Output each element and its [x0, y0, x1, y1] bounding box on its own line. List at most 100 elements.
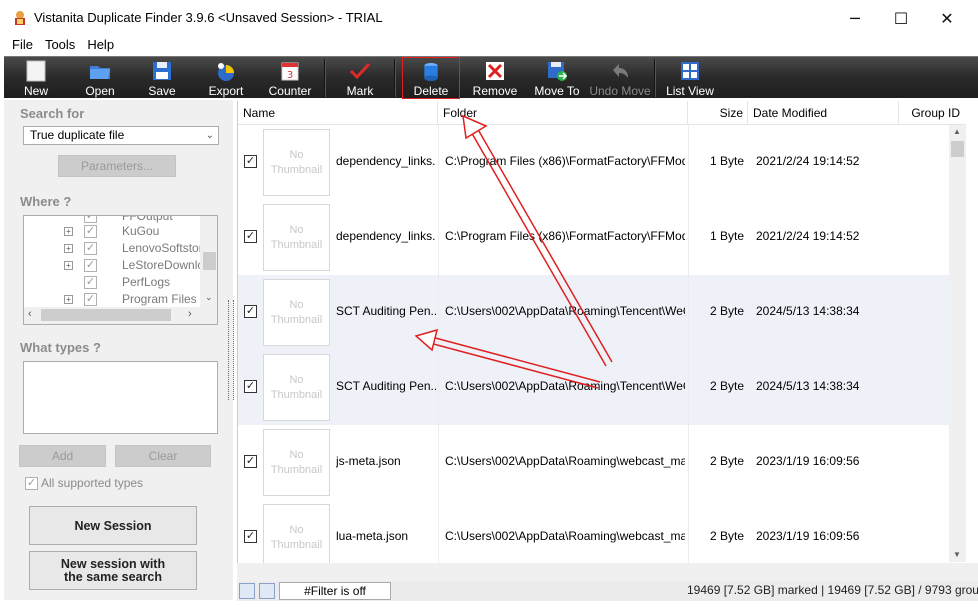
row-checkbox[interactable]: ✓ — [244, 155, 257, 168]
cell-size: 1 Byte — [709, 229, 744, 243]
results-vertical-scrollbar[interactable]: ▲ ▼ — [949, 125, 966, 562]
tree-vertical-scrollbar[interactable]: ⌄ — [200, 216, 217, 308]
cell-date: 2021/2/24 19:14:52 — [756, 229, 860, 243]
status-bar: #Filter is off 19469 [7.52 GB] marked | … — [237, 581, 978, 601]
scroll-down-icon[interactable]: ▼ — [953, 550, 961, 559]
zoom-icon[interactable] — [239, 583, 255, 599]
thumbnail-placeholder: No Thumbnail — [263, 429, 330, 496]
search-for-select[interactable]: True duplicate file ⌄ — [23, 126, 219, 145]
list-view-button[interactable]: List View — [664, 57, 716, 99]
all-supported-checkbox[interactable]: ✓ All supported types — [25, 476, 143, 490]
menu-file[interactable]: File — [0, 36, 39, 56]
row-checkbox[interactable]: ✓ — [244, 230, 257, 243]
scroll-thumb[interactable] — [203, 252, 216, 270]
expand-icon[interactable]: + — [64, 295, 73, 304]
expand-icon[interactable]: + — [64, 244, 73, 253]
tree-item[interactable]: + ✓ LenovoSoftstore — [24, 240, 209, 257]
panel-splitter[interactable] — [228, 300, 234, 400]
tree-checkbox[interactable]: ✓ — [84, 242, 97, 255]
counter-button[interactable]: 3 Counter — [266, 57, 314, 99]
toolbar-separator — [394, 59, 396, 97]
chevron-down-icon: ⌄ — [205, 130, 214, 141]
column-name[interactable]: Name — [238, 101, 438, 125]
expand-icon[interactable]: + — [64, 227, 73, 236]
table-row[interactable]: ✓ No Thumbnail SCT Auditing Pen... C:\Use… — [238, 350, 950, 425]
scroll-right-icon[interactable]: › — [188, 308, 192, 320]
scroll-down-icon[interactable]: ⌄ — [205, 292, 213, 303]
filter-status: #Filter is off — [279, 582, 391, 600]
cell-name: js-meta.json — [336, 454, 401, 468]
parameters-button[interactable]: Parameters... — [58, 155, 176, 177]
tree-item[interactable]: + ✓ LeStoreDownload — [24, 257, 217, 274]
tree-horizontal-scrollbar[interactable]: ‹ › — [24, 307, 217, 324]
cell-name: SCT Auditing Pen... — [336, 304, 436, 318]
delete-button[interactable]: Delete — [402, 57, 460, 99]
status-summary: 19469 [7.52 GB] marked | 19469 [7.52 GB]… — [687, 583, 978, 597]
scroll-up-icon[interactable]: ▲ — [953, 127, 961, 136]
scroll-thumb[interactable] — [41, 309, 171, 321]
clear-button[interactable]: Clear — [115, 445, 211, 467]
row-checkbox[interactable]: ✓ — [244, 305, 257, 318]
move-to-icon — [548, 62, 568, 81]
menu-help[interactable]: Help — [81, 36, 120, 56]
cell-name: lua-meta.json — [336, 529, 409, 543]
search-for-title: Search for — [20, 106, 85, 121]
where-title: Where ? — [20, 194, 72, 209]
menu-tools[interactable]: Tools — [39, 36, 81, 56]
toolbar-separator — [324, 59, 326, 97]
thumbnail-placeholder: No Thumbnail — [263, 354, 330, 421]
close-button[interactable]: ✕ — [924, 0, 970, 36]
cell-folder: C:\Users\002\AppData\Roaming\webcast_mat… — [445, 454, 685, 468]
table-row[interactable]: ✓ No Thumbnail SCT Auditing Pen... C:\Use… — [238, 275, 950, 350]
maximize-button[interactable]: ☐ — [878, 0, 924, 36]
row-checkbox[interactable]: ✓ — [244, 380, 257, 393]
mark-button[interactable]: Mark — [338, 57, 382, 99]
export-button[interactable]: Export — [202, 57, 250, 99]
row-checkbox[interactable]: ✓ — [244, 530, 257, 543]
column-folder[interactable]: Folder — [438, 101, 688, 125]
filter-icon[interactable] — [259, 583, 275, 599]
minimize-button[interactable]: ─ — [832, 0, 878, 36]
scroll-thumb[interactable] — [951, 141, 964, 157]
cell-folder: C:\Program Files (x86)\FormatFactory\FFM… — [445, 229, 685, 243]
tree-item[interactable]: + ✓ KuGou — [24, 223, 204, 240]
file-types-list[interactable] — [23, 361, 218, 434]
scroll-left-icon[interactable]: ‹ — [28, 308, 32, 320]
folder-tree[interactable]: ✓ FFOutput + ✓ KuGou + ✓ LenovoSoftstore… — [23, 215, 218, 325]
save-button[interactable]: Save — [140, 57, 184, 99]
window-title: Vistanita Duplicate Finder 3.9.6 <Unsave… — [34, 10, 383, 25]
cell-size: 1 Byte — [709, 154, 744, 168]
cell-size: 2 Byte — [709, 304, 744, 318]
column-size[interactable]: Size — [688, 101, 748, 125]
new-button[interactable]: New — [14, 57, 58, 99]
tree-item[interactable]: + ✓ Program Files — [24, 291, 204, 308]
tree-item[interactable]: ✓ PerfLogs — [24, 274, 204, 291]
undo-move-button[interactable]: Undo Move — [589, 57, 651, 99]
results-horizontal-scrollbar[interactable] — [237, 563, 978, 581]
table-row[interactable]: ✓ No Thumbnail dependency_links... C:\Pro… — [238, 125, 950, 200]
add-button[interactable]: Add — [19, 445, 106, 467]
tree-checkbox[interactable]: ✓ — [84, 225, 97, 238]
new-session-same-search-button[interactable]: New session with the same search — [29, 551, 197, 590]
results-table: Name Folder Size Date Modified Group ID … — [237, 101, 966, 575]
column-group-id[interactable]: Group ID — [899, 101, 966, 125]
column-date-modified[interactable]: Date Modified — [748, 101, 899, 125]
tree-checkbox[interactable]: ✓ — [84, 293, 97, 306]
checkbox[interactable]: ✓ — [25, 476, 38, 490]
tree-checkbox[interactable]: ✓ — [84, 216, 97, 223]
table-row[interactable]: ✓ No Thumbnail dependency_links... C:\Pro… — [238, 200, 950, 275]
remove-button[interactable]: Remove — [470, 57, 520, 99]
expand-icon[interactable]: + — [64, 261, 73, 270]
cell-folder: C:\Users\002\AppData\Roaming\webcast_mat… — [445, 529, 685, 543]
open-button[interactable]: Open — [78, 57, 122, 99]
app-window: Vistanita Duplicate Finder 3.9.6 <Unsave… — [0, 0, 978, 607]
column-divider — [688, 125, 689, 563]
menu-bar: File Tools Help — [0, 36, 978, 56]
tree-checkbox[interactable]: ✓ — [84, 259, 97, 272]
table-row[interactable]: ✓ No Thumbnail js-meta.json C:\Users\002\… — [238, 425, 950, 500]
delete-cylinder-icon — [424, 62, 438, 82]
tree-checkbox[interactable]: ✓ — [84, 276, 97, 289]
row-checkbox[interactable]: ✓ — [244, 455, 257, 468]
new-session-button[interactable]: New Session — [29, 506, 197, 545]
move-to-button[interactable]: Move To — [532, 57, 582, 99]
